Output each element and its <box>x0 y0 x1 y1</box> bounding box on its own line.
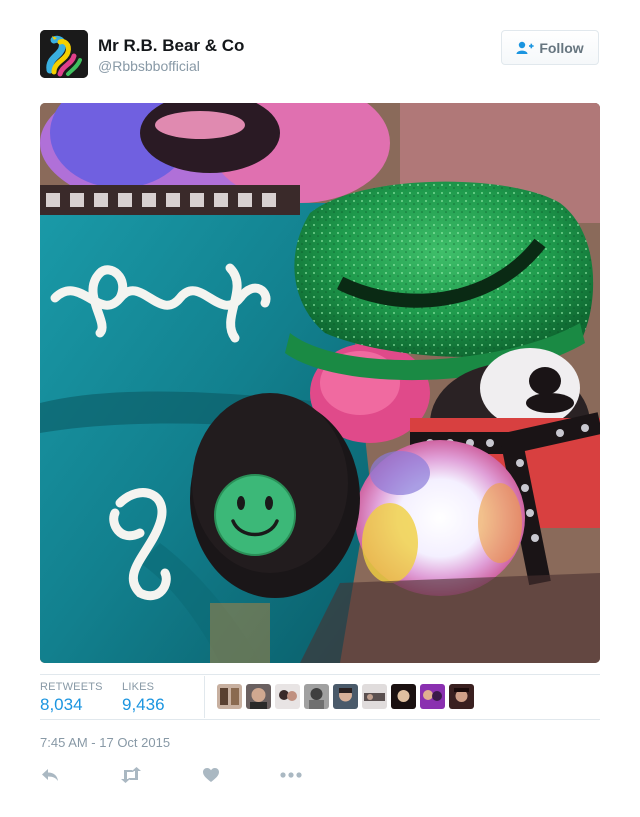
tweet-card: Mr R.B. Bear & Co @Rbbsbbofficial Follow <box>0 0 640 817</box>
avatar-image <box>40 30 88 78</box>
reply-button[interactable] <box>38 764 62 786</box>
liker-avatar[interactable] <box>391 684 416 709</box>
reply-icon <box>40 767 60 783</box>
likes-label: LIKES <box>122 681 155 693</box>
liker-avatar[interactable] <box>333 684 358 709</box>
tweet-photo[interactable] <box>40 103 600 663</box>
liker-avatar[interactable] <box>449 684 474 709</box>
add-user-icon <box>516 41 534 55</box>
likes-count[interactable]: 9,436 <box>122 695 165 715</box>
follow-label: Follow <box>539 39 584 56</box>
liker-avatar[interactable] <box>275 684 300 709</box>
more-icon <box>280 772 302 778</box>
heart-icon <box>202 767 220 783</box>
liker-avatars <box>217 684 474 709</box>
divider-bottom <box>40 719 600 720</box>
retweets-count[interactable]: 8,034 <box>40 695 83 715</box>
divider-top <box>40 674 600 675</box>
tweet-timestamp[interactable]: 7:45 AM - 17 Oct 2015 <box>40 735 170 750</box>
photo-image <box>40 103 600 663</box>
liker-avatar[interactable] <box>420 684 445 709</box>
more-button[interactable] <box>279 764 303 786</box>
liker-avatar[interactable] <box>362 684 387 709</box>
liker-avatar[interactable] <box>217 684 242 709</box>
liker-avatar[interactable] <box>246 684 271 709</box>
follow-button[interactable]: Follow <box>501 30 599 65</box>
like-button[interactable] <box>199 764 223 786</box>
user-handle[interactable]: @Rbbsbbofficial <box>98 58 200 74</box>
stats-separator <box>204 676 205 718</box>
retweet-button[interactable] <box>119 764 143 786</box>
retweets-label: RETWEETS <box>40 681 103 693</box>
display-name[interactable]: Mr R.B. Bear & Co <box>98 36 244 56</box>
liker-avatar[interactable] <box>304 684 329 709</box>
avatar[interactable] <box>40 30 88 78</box>
retweet-icon <box>120 767 142 783</box>
